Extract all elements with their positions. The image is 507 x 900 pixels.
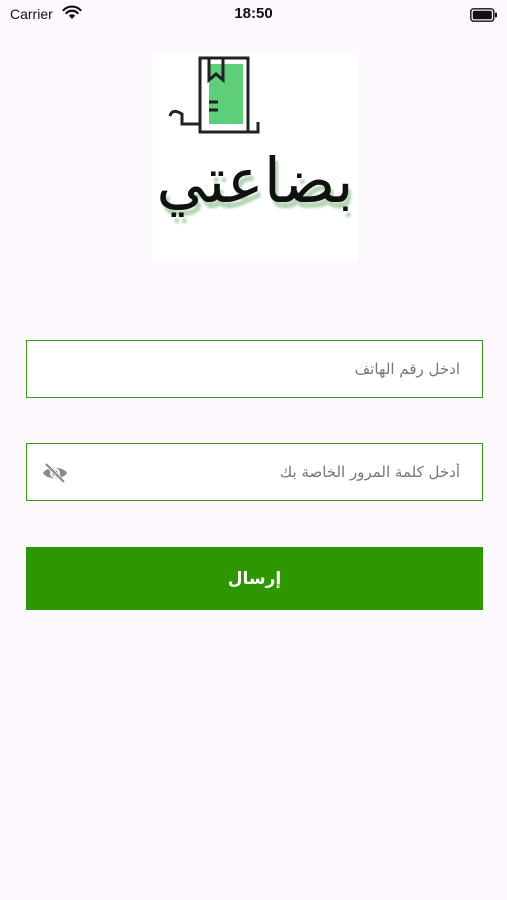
battery-icon xyxy=(470,7,498,26)
phone-input[interactable] xyxy=(27,341,482,397)
submit-button[interactable]: إرسال xyxy=(26,547,483,610)
password-input[interactable] xyxy=(27,444,482,500)
app-logo: بضاعتي xyxy=(152,52,358,262)
password-field-container xyxy=(26,443,483,501)
status-bar: Carrier 18:50 xyxy=(0,0,507,30)
eye-off-icon[interactable] xyxy=(41,460,69,486)
phone-field-container xyxy=(26,340,483,398)
status-time: 18:50 xyxy=(234,5,273,22)
logo-wordmark: بضاعتي xyxy=(156,144,354,217)
